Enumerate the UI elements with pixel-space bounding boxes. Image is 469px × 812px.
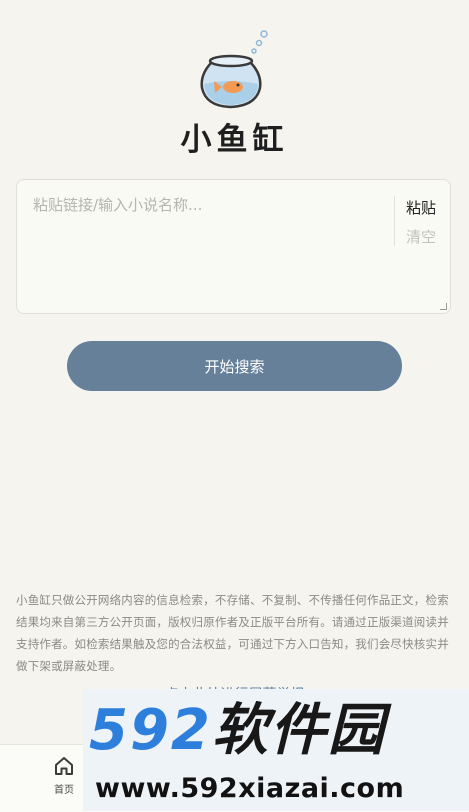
search-input[interactable] (33, 194, 393, 294)
fishbowl-icon (200, 30, 268, 109)
nav-item-home[interactable]: 首页 (43, 755, 85, 805)
resize-grip-icon[interactable] (440, 303, 447, 310)
watermark-url: www.592xiazai.com (95, 773, 405, 804)
watermark-brand: 592软件园 (89, 703, 386, 759)
paste-button[interactable]: 粘贴 (406, 197, 436, 218)
clear-button[interactable]: 清空 (406, 226, 436, 247)
watermark-brand-text: 软件园 (211, 698, 386, 763)
watermark-overlay: 592软件园 www.592xiazai.com (83, 689, 469, 811)
start-search-button[interactable]: 开始搜索 (67, 341, 402, 391)
search-input-card: 粘贴 清空 (16, 179, 451, 314)
watermark-brand-number: 592 (89, 698, 212, 763)
home-icon (55, 757, 73, 775)
app-title: 小鱼缸 (180, 122, 289, 158)
nav-home-label: 首页 (54, 785, 74, 796)
input-divider (394, 196, 395, 246)
disclaimer-text: 小鱼缸只做公开网络内容的信息检索，不存储、不复制、不传播任何作品正文，检索结果均… (16, 593, 449, 673)
app-logo (0, 28, 469, 110)
